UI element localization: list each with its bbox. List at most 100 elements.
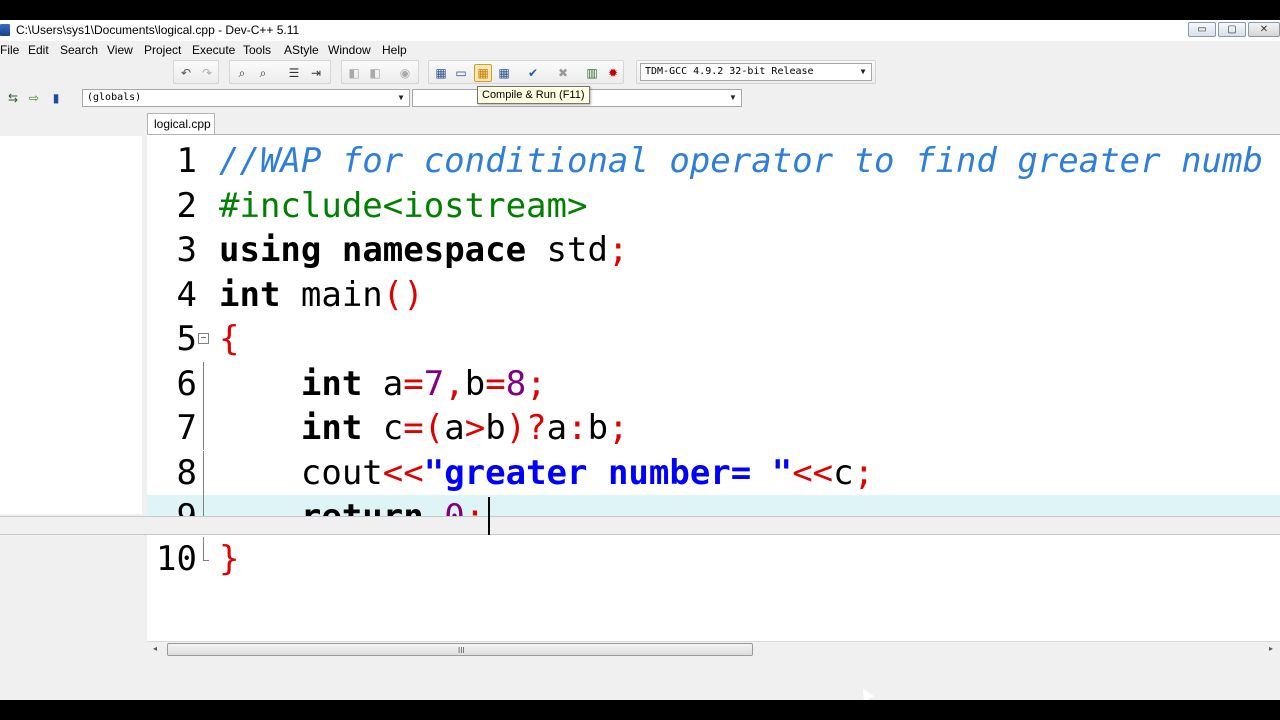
code-token: > [464, 408, 486, 448]
code-token: int [300, 408, 363, 448]
code-line[interactable]: 5−{ [147, 317, 1280, 361]
code-token: )? [505, 408, 547, 448]
line-number: 1 [176, 141, 197, 181]
code-token: c [362, 408, 404, 448]
find-icon[interactable]: ⌕ [233, 64, 251, 82]
syntax-check-icon[interactable]: ✔ [524, 64, 542, 82]
fold-guide [203, 361, 204, 406]
code-line[interactable]: 1 //WAP for conditional operator to find … [147, 139, 1280, 183]
scope-select[interactable]: (globals) ▼ [82, 89, 410, 107]
line-number: 4 [176, 274, 197, 315]
goto-bookmark-icon[interactable]: ◉ [396, 64, 414, 82]
code-token: ; [526, 363, 547, 404]
line-number: 6 [176, 363, 197, 404]
replace-icon[interactable]: ⌕ [254, 64, 272, 82]
insert-icon[interactable]: ⇨ [25, 89, 43, 107]
code-line[interactable]: 6 int a=7,b=8; [147, 361, 1280, 406]
editor-split-bar[interactable] [0, 516, 1280, 535]
code-line[interactable]: 7 int c=(a>b)?a:b; [147, 406, 1280, 450]
class-browser-icon[interactable]: ⇆ [4, 89, 22, 107]
menu-window[interactable]: Window [328, 43, 371, 57]
code-token: = [403, 363, 424, 404]
redo-icon[interactable]: ↷ [198, 64, 216, 82]
menu-execute[interactable]: Execute [192, 43, 235, 57]
code-line[interactable]: 8 cout<<"greater number= "<<c; [147, 450, 1280, 495]
scrollbar-thumb[interactable]: III [167, 643, 753, 656]
code-editor-lower[interactable]: 10} [147, 535, 1280, 643]
code-token: cout [219, 452, 383, 493]
goto-icon[interactable]: ☰ [285, 64, 303, 82]
code-text: return 0; [219, 495, 485, 516]
code-line[interactable]: 9 return 0; [147, 495, 1280, 516]
indent-icon[interactable]: ⇥ [307, 64, 325, 82]
code-token: std [526, 230, 608, 270]
chevron-down-icon: ▼ [860, 67, 866, 76]
menu-search[interactable]: Search [60, 43, 98, 57]
code-editor[interactable]: 1 //WAP for conditional operator to find … [147, 134, 1280, 516]
code-token: << [792, 452, 834, 493]
horizontal-scrollbar[interactable]: ◂ III ▸ [147, 641, 1280, 657]
code-line[interactable]: 10} [147, 537, 1280, 581]
unindent-icon[interactable]: ◧ [345, 64, 363, 82]
tab-logical-cpp[interactable]: logical.cpp [147, 113, 215, 135]
scroll-right-icon[interactable]: ▸ [1269, 644, 1273, 653]
menu-tools[interactable]: Tools [243, 43, 271, 57]
line-number: 9 [147, 495, 197, 516]
menu-edit[interactable]: Edit [28, 43, 49, 57]
title-bar: C:\Users\sys1\Documents\logical.cpp - De… [0, 20, 1280, 41]
compile-icon[interactable]: ▦ [432, 64, 450, 82]
chart-icon[interactable]: ▥ [583, 64, 601, 82]
menu-view[interactable]: View [107, 43, 133, 57]
toolbar-bookmark-group: ◧ ◧ ◉ [341, 60, 419, 84]
compiler-select[interactable]: TDM-GCC 4.9.2 32-bit Release ▼ [640, 63, 872, 81]
line-number: 5 [176, 319, 197, 359]
code-token: namespace [341, 230, 527, 270]
line-number: 8 [176, 452, 197, 493]
devcpp-app-icon[interactable] [0, 24, 10, 36]
fold-collapse-icon[interactable]: − [198, 333, 209, 344]
toggle-icon[interactable]: ▮ [47, 89, 65, 107]
maximize-icon: ▢ [1227, 23, 1237, 35]
code-token: 7 [423, 363, 445, 404]
code-token: 0 [444, 497, 464, 516]
close-button[interactable]: ✕ [1248, 22, 1280, 37]
code-token: a [444, 408, 465, 448]
code-text: int c=(a>b)?a:b; [219, 406, 629, 450]
compile-run-icon[interactable]: ▦ [474, 64, 492, 82]
menu-project[interactable]: Project [144, 43, 181, 57]
menu-file[interactable]: File [0, 43, 19, 57]
code-line[interactable]: 3 using namespace std; [147, 228, 1280, 272]
minimize-button[interactable]: ▭ [1188, 22, 1216, 37]
minimize-icon: ▭ [1197, 23, 1207, 35]
code-token: << [382, 452, 424, 493]
code-token: #include<iostream> [219, 185, 588, 226]
code-token: //WAP for conditional operator to find g… [219, 141, 1263, 181]
toolbar-row-2: ⇆ ⇨ ▮ (globals) ▼ ▼ [0, 86, 1280, 110]
line-number: 2 [176, 185, 197, 226]
menu-astyle[interactable]: AStyle [284, 43, 319, 57]
project-browser-panel[interactable] [0, 136, 142, 514]
code-line[interactable]: 4 int main() [147, 273, 1280, 317]
debug-icon[interactable]: ✹ [604, 64, 622, 82]
code-token: b [464, 363, 486, 404]
code-token: ; [853, 452, 875, 493]
scroll-left-icon[interactable]: ◂ [153, 644, 157, 653]
fold-guide [203, 450, 204, 495]
run-icon[interactable]: ▭ [452, 64, 470, 82]
maximize-button[interactable]: ▢ [1218, 22, 1246, 37]
code-text: { [219, 317, 239, 361]
stop-icon[interactable]: ✖ [554, 64, 572, 82]
code-token: a [362, 363, 404, 404]
toggle-bookmark-icon[interactable]: ◧ [366, 64, 384, 82]
code-line[interactable]: 2 #include<iostream> [147, 184, 1280, 228]
menu-help[interactable]: Help [382, 43, 407, 57]
code-text: int main() [219, 273, 424, 317]
undo-icon[interactable]: ↶ [177, 64, 195, 82]
code-token: 8 [505, 363, 527, 404]
scope-select-value: (globals) [87, 92, 142, 103]
rebuild-icon[interactable]: ▦ [495, 64, 513, 82]
fold-guide [203, 495, 204, 516]
